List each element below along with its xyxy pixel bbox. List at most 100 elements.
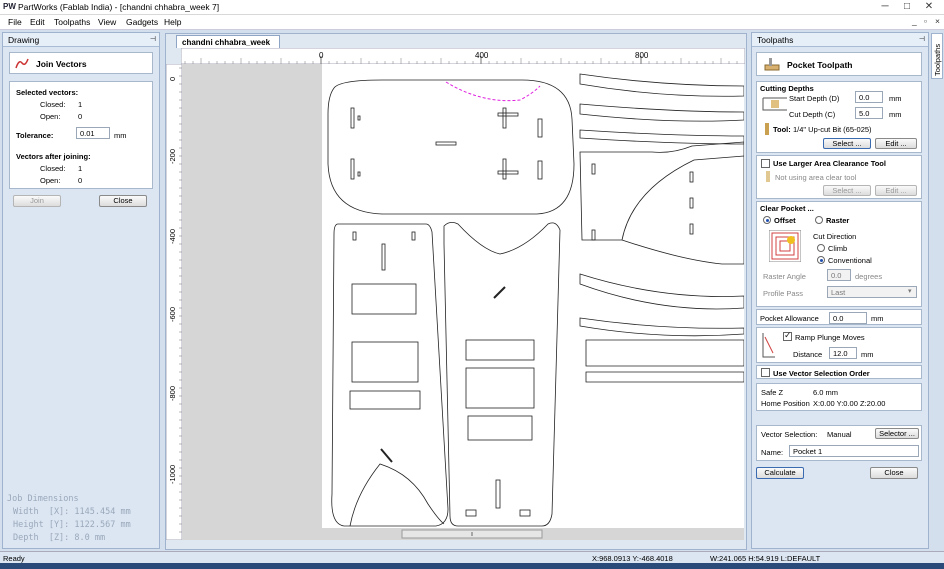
conventional-radio[interactable]: [817, 256, 825, 264]
mdi-close-button[interactable]: ×: [935, 16, 940, 26]
vector-order-checkbox[interactable]: [761, 368, 770, 377]
climb-radio[interactable]: [817, 244, 825, 252]
after-joining-header: Vectors after joining:: [16, 152, 91, 161]
drawing-panel: Drawing ⊣ Join Vectors Selected vectors:…: [2, 32, 160, 549]
top-ruler: 0 400 800: [181, 48, 745, 64]
pin-icon[interactable]: ⊣: [919, 35, 925, 43]
ramp-section: ✓ Ramp Plunge Moves Distance 12.0 mm: [756, 327, 922, 363]
edit-area-tool-button[interactable]: Edit ...: [875, 185, 917, 196]
pocket-toolpath-icon: [764, 58, 780, 71]
raster-angle-label: Raster Angle: [763, 272, 806, 281]
join-vectors-title: Join Vectors: [36, 59, 87, 69]
vector-selection-value: Manual: [827, 430, 852, 439]
tolerance-input[interactable]: 0.01: [76, 127, 110, 139]
minimize-button[interactable]: ─: [878, 1, 892, 13]
open-label: Open:: [40, 112, 61, 121]
close-drawing-button[interactable]: Close: [99, 195, 147, 207]
after-open-value: 0: [78, 176, 83, 185]
profile-pass-select[interactable]: Last: [827, 286, 917, 298]
left-ruler-label-600: -600: [168, 307, 177, 322]
left-ruler-label-200: -200: [168, 149, 177, 164]
menu-toolpaths[interactable]: Toolpaths: [54, 17, 90, 27]
home-position-label: Home Position: [761, 399, 810, 408]
pin-icon[interactable]: ⊣: [150, 35, 156, 43]
menu-help[interactable]: Help: [164, 17, 181, 27]
raster-radio[interactable]: [815, 216, 823, 224]
raster-label: Raster: [826, 216, 850, 225]
home-position-value: X:0.00 Y:0.00 Z:20.00: [813, 399, 886, 408]
title-bar: PW PartWorks (Fablab India) - [chandni c…: [0, 0, 944, 15]
close-toolpath-button[interactable]: Close: [870, 467, 918, 479]
conventional-label: Conventional: [828, 256, 872, 265]
profile-pass-chevron-icon: ▾: [908, 288, 912, 295]
menu-edit[interactable]: Edit: [30, 17, 45, 27]
menu-view[interactable]: View: [98, 17, 116, 27]
distance-unit: mm: [861, 350, 874, 359]
join-vectors-header: Join Vectors: [9, 52, 153, 74]
start-depth-label: Start Depth (D): [789, 94, 840, 103]
document-tab[interactable]: chandni chhabra_week 7: [176, 35, 280, 56]
taskbar: [0, 563, 944, 569]
safe-z-value: 6.0 mm: [813, 388, 839, 397]
ramp-label: Ramp Plunge Moves: [795, 333, 865, 342]
area-clearance-section: Use Larger Area Clearance Tool Not using…: [756, 155, 922, 199]
mdi-minimize-button[interactable]: _: [912, 16, 917, 26]
toolpath-name-input[interactable]: Pocket 1: [789, 445, 919, 457]
menu-file[interactable]: File: [8, 17, 22, 27]
drawing-panel-title: Drawing ⊣: [3, 33, 159, 47]
start-depth-input[interactable]: 0.0: [855, 91, 883, 103]
cut-depth-unit: mm: [889, 110, 902, 119]
after-closed-value: 1: [78, 164, 83, 173]
larger-area-label: Use Larger Area Clearance Tool: [773, 159, 886, 168]
depth-diagram-icon: [762, 97, 787, 111]
area-tool-icon: [766, 171, 770, 182]
select-area-tool-button[interactable]: Select ...: [823, 185, 871, 196]
pocket-allowance-input[interactable]: 0.0: [829, 312, 867, 324]
distance-input[interactable]: 12.0: [829, 347, 857, 359]
tool-bit-icon: [765, 123, 769, 135]
tool-label: Tool:: [773, 125, 791, 134]
closed-value: 1: [78, 100, 83, 109]
safe-z-label: Safe Z: [761, 388, 784, 397]
join-button[interactable]: Join: [13, 195, 61, 207]
mdi-restore-button[interactable]: ▫: [924, 16, 927, 26]
cutting-depths-header: Cutting Depths: [760, 84, 814, 93]
profile-pass-label: Profile Pass: [763, 289, 804, 298]
pocket-toolpath-title: Pocket Toolpath: [787, 60, 853, 70]
clear-pocket-section: Clear Pocket ... Offset Raster Cut Direc…: [756, 201, 922, 307]
closed-label: Closed:: [40, 100, 66, 109]
larger-area-checkbox[interactable]: [761, 159, 770, 168]
offset-pattern-icon: [769, 230, 801, 262]
left-ruler-label-1000: -1000: [168, 465, 177, 484]
status-bar: Ready X:968.0913 Y:-468.4018 W:241.065 H…: [0, 551, 944, 563]
ramp-icon: [762, 333, 775, 358]
toolpaths-side-tab[interactable]: Toolpaths: [931, 33, 943, 79]
tolerance-unit: mm: [114, 131, 127, 140]
open-value: 0: [78, 112, 83, 121]
checkmark-icon: ✓: [784, 330, 792, 340]
job-width: Width [X]: 1145.454 mm: [13, 507, 131, 517]
left-ruler: 0 -200 -400 -600 -800 -1000: [166, 64, 182, 540]
cut-depth-input[interactable]: 5.0: [855, 107, 883, 119]
status-ready: Ready: [3, 554, 25, 563]
left-ruler-label-0: 0: [168, 77, 177, 81]
menu-bar: File Edit Toolpaths View Gadgets Help _ …: [0, 15, 944, 30]
calculate-button[interactable]: Calculate: [756, 467, 804, 479]
after-closed-label: Closed:: [40, 164, 66, 173]
clear-pocket-header: Clear Pocket ...: [760, 204, 814, 213]
toolpaths-panel-title-text: Toolpaths: [757, 35, 794, 45]
offset-radio[interactable]: [763, 216, 771, 224]
safe-z-section: Safe Z 6.0 mm Home Position X:0.00 Y:0.0…: [756, 383, 922, 411]
drawing-canvas[interactable]: [182, 64, 744, 540]
select-tool-button[interactable]: Select ...: [823, 138, 871, 149]
edit-tool-button[interactable]: Edit ...: [875, 138, 917, 149]
raster-angle-input[interactable]: 0.0: [827, 269, 851, 281]
menu-gadgets[interactable]: Gadgets: [126, 17, 158, 27]
maximize-button[interactable]: □: [900, 1, 914, 13]
status-dimensions: W:241.065 H:54.919 L:DEFAULT: [710, 554, 821, 563]
window-close-button[interactable]: ✕: [922, 1, 936, 13]
selected-vectors-header: Selected vectors:: [16, 88, 79, 97]
selector-button[interactable]: Selector ...: [875, 428, 919, 439]
vector-selection-label: Vector Selection:: [761, 430, 818, 439]
top-ruler-label-800: 800: [635, 51, 649, 60]
